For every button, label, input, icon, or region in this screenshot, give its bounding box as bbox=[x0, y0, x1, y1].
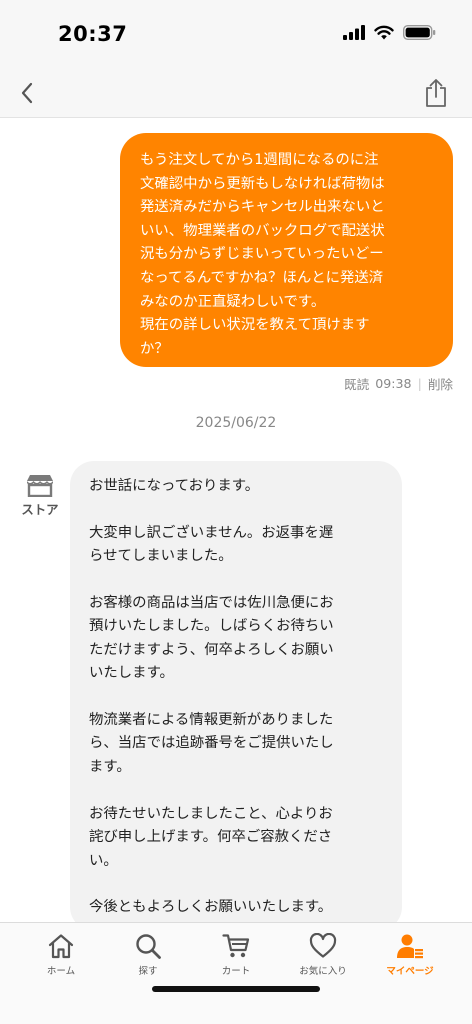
outgoing-message-bubble[interactable]: もう注文してから1週間になるのに注 文確認中から更新もしなければ荷物は 発送済み… bbox=[120, 133, 453, 367]
store-icon bbox=[27, 475, 53, 497]
back-button[interactable] bbox=[12, 78, 42, 108]
home-indicator bbox=[152, 986, 320, 992]
tab-search[interactable]: 探す bbox=[108, 933, 188, 977]
status-bar: 20:37 bbox=[0, 0, 472, 70]
chat-thread[interactable]: もう注文してから1週間になるのに注 文確認中から更新もしなければ荷物は 発送済み… bbox=[0, 119, 472, 922]
tab-mypage[interactable]: マイページ bbox=[370, 933, 450, 977]
wifi-icon bbox=[374, 25, 394, 40]
heart-icon bbox=[309, 933, 337, 958]
battery-icon bbox=[403, 25, 436, 40]
store-label: ストア bbox=[21, 502, 59, 517]
cellular-signal-icon bbox=[343, 25, 365, 40]
tab-mypage-label: マイページ bbox=[386, 966, 434, 977]
message-time: 09:38 bbox=[375, 376, 412, 391]
store-avatar[interactable]: ストア bbox=[20, 473, 60, 518]
cart-icon bbox=[222, 934, 250, 958]
read-status: 既読 bbox=[344, 377, 370, 392]
search-icon bbox=[136, 934, 161, 959]
status-icons bbox=[343, 25, 436, 40]
message-meta: 既読 09:38 | 削除 bbox=[344, 374, 453, 393]
tab-cart-label: カート bbox=[221, 966, 251, 977]
share-button[interactable] bbox=[420, 76, 452, 110]
status-time: 20:37 bbox=[58, 22, 128, 46]
chevron-left-icon bbox=[21, 82, 33, 104]
date-separator: 2025/06/22 bbox=[195, 415, 277, 431]
share-icon bbox=[426, 79, 446, 107]
home-icon bbox=[48, 934, 74, 959]
tab-home[interactable]: ホーム bbox=[21, 933, 101, 977]
mypage-icon bbox=[397, 934, 423, 959]
tab-search-label: 探す bbox=[138, 966, 158, 977]
incoming-message-bubble[interactable]: お世話になっております。 大変申し訳ございません。お返事を遅 らせてしまいました… bbox=[70, 461, 402, 922]
tab-bar: ホーム 探す カート お気に入り マイページ bbox=[0, 922, 472, 1024]
tab-cart[interactable]: カート bbox=[196, 933, 276, 977]
tab-favorites[interactable]: お気に入り bbox=[283, 933, 363, 977]
meta-divider: | bbox=[417, 376, 422, 391]
tab-home-label: ホーム bbox=[46, 966, 76, 977]
tab-favorites-label: お気に入り bbox=[299, 966, 347, 977]
delete-message-button[interactable]: 削除 bbox=[428, 374, 453, 393]
nav-bar bbox=[0, 70, 472, 118]
